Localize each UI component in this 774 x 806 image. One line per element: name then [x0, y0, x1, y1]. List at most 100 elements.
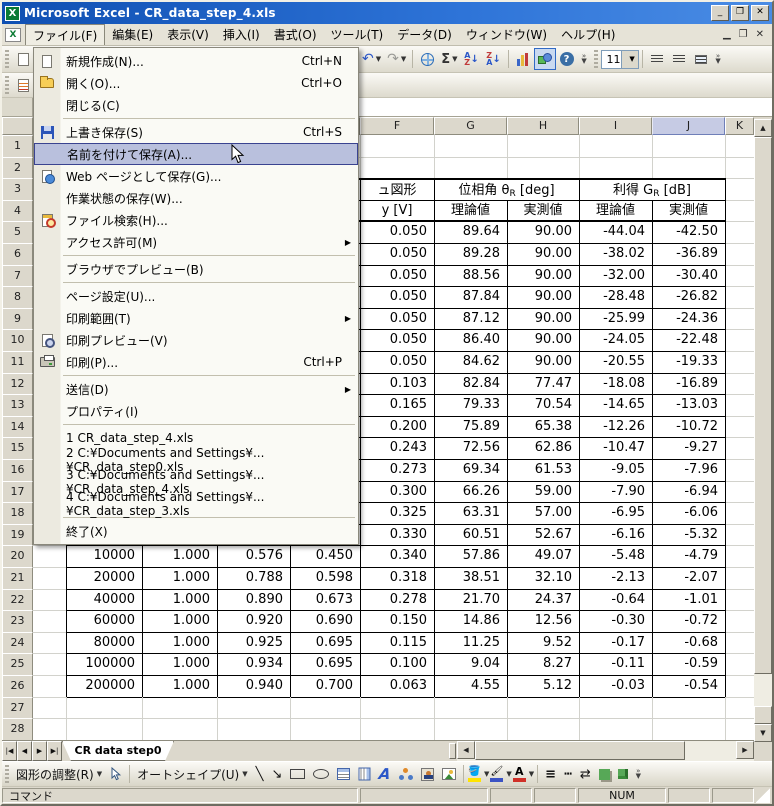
cell-K20[interactable]: [725, 545, 755, 568]
cell-H18[interactable]: 57.00: [507, 502, 580, 525]
cell-C22[interactable]: 1.000: [142, 589, 218, 612]
first-sheet-button[interactable]: |◀: [2, 741, 17, 761]
cell-G11[interactable]: 84.62: [434, 351, 508, 374]
cell-E25[interactable]: 0.695: [290, 653, 361, 676]
menu-item-8[interactable]: ヘルプ(H): [554, 24, 622, 45]
cell-D23[interactable]: 0.920: [217, 610, 291, 633]
cell-G25[interactable]: 9.04: [434, 653, 508, 676]
cell-J28[interactable]: [652, 718, 726, 740]
undo-button[interactable]: ↶▼: [359, 48, 384, 70]
cell-J5[interactable]: -42.50: [652, 221, 726, 244]
cell-I5[interactable]: -44.04: [579, 221, 653, 244]
doc-restore-button[interactable]: ❐: [739, 29, 748, 40]
cell-G22[interactable]: 21.70: [434, 589, 508, 612]
cell-J7[interactable]: -30.40: [652, 265, 726, 288]
file-menu-item[interactable]: 終了(X): [34, 520, 358, 542]
cell-J17[interactable]: -6.94: [652, 481, 726, 504]
row-header-6[interactable]: 6: [2, 243, 33, 266]
cell-C26[interactable]: 1.000: [142, 675, 218, 698]
cell-E26[interactable]: 0.700: [290, 675, 361, 698]
doc-minimize-button[interactable]: ▁: [723, 29, 731, 40]
file-menu-item[interactable]: Web ページとして保存(G)...: [34, 165, 358, 187]
merge-center-button[interactable]: [690, 48, 712, 70]
cell-G6[interactable]: 89.28: [434, 243, 508, 266]
cell-F23[interactable]: 0.150: [360, 610, 435, 633]
cell-A28[interactable]: [33, 718, 67, 740]
cell-K22[interactable]: [725, 589, 755, 612]
toolbar2-grip[interactable]: [5, 76, 9, 94]
cell-J12[interactable]: -16.89: [652, 373, 726, 396]
cell-D22[interactable]: 0.890: [217, 589, 291, 612]
row-header-5[interactable]: 5: [2, 221, 33, 244]
row-header-14[interactable]: 14: [2, 416, 33, 439]
autosum-button[interactable]: Σ▼: [438, 48, 460, 70]
close-button[interactable]: ✕: [751, 5, 769, 21]
cell-J25[interactable]: -0.59: [652, 653, 726, 676]
cell-H4[interactable]: 実測値: [507, 200, 580, 223]
row-header-24[interactable]: 24: [2, 632, 33, 655]
cell-C24[interactable]: 1.000: [142, 632, 218, 655]
insert-picture-button[interactable]: [438, 764, 460, 784]
cell-H15[interactable]: 62.86: [507, 437, 580, 460]
line-style-button[interactable]: ≡: [541, 764, 560, 784]
cell-C21[interactable]: 1.000: [142, 567, 218, 590]
cell-K26[interactable]: [725, 675, 755, 698]
cell-H7[interactable]: 90.00: [507, 265, 580, 288]
cell-G24[interactable]: 11.25: [434, 632, 508, 655]
cell-J2[interactable]: [652, 157, 726, 180]
align-right-button[interactable]: [668, 48, 690, 70]
cell-H28[interactable]: [507, 718, 580, 740]
cell-K12[interactable]: [725, 373, 755, 396]
file-menu-item[interactable]: 新規作成(N)...Ctrl+N: [34, 50, 358, 72]
cell-J19[interactable]: -5.32: [652, 524, 726, 547]
cell-B24[interactable]: 80000: [66, 632, 143, 655]
cell-J4[interactable]: 実測値: [652, 200, 726, 223]
cell-J14[interactable]: -10.72: [652, 416, 726, 439]
cell-J16[interactable]: -7.96: [652, 459, 726, 482]
cell-K2[interactable]: [725, 157, 755, 180]
textbox-button[interactable]: [333, 764, 354, 784]
cell-A20[interactable]: [33, 545, 67, 568]
cell-D25[interactable]: 0.934: [217, 653, 291, 676]
cell-K5[interactable]: [725, 221, 755, 244]
line-button[interactable]: ╲: [252, 764, 268, 784]
file-menu-item[interactable]: ファイル検索(H)...: [34, 209, 358, 231]
cell-J24[interactable]: -0.68: [652, 632, 726, 655]
cell-H27[interactable]: [507, 697, 580, 720]
cell-F8[interactable]: 0.050: [360, 286, 435, 309]
cell-I13[interactable]: -14.65: [579, 394, 653, 417]
insert-hyperlink-button[interactable]: [416, 48, 438, 70]
menu-item-7[interactable]: ウィンドウ(W): [459, 24, 554, 45]
cell-I12[interactable]: -18.08: [579, 373, 653, 396]
prev-sheet-button[interactable]: ◀: [17, 741, 32, 761]
cell-C23[interactable]: 1.000: [142, 610, 218, 633]
cell-D26[interactable]: 0.940: [217, 675, 291, 698]
cell-D24[interactable]: 0.925: [217, 632, 291, 655]
row-header-10[interactable]: 10: [2, 329, 33, 352]
menu-item-1[interactable]: 編集(E): [105, 24, 160, 45]
cell-C20[interactable]: 1.000: [142, 545, 218, 568]
cell-G14[interactable]: 75.89: [434, 416, 508, 439]
cell-I11[interactable]: -20.55: [579, 351, 653, 374]
cell-I26[interactable]: -0.03: [579, 675, 653, 698]
cell-I4[interactable]: 理論値: [579, 200, 653, 223]
file-menu-item[interactable]: ブラウザでプレビュー(B): [34, 258, 358, 280]
row-header-11[interactable]: 11: [2, 351, 33, 374]
cell-A24[interactable]: [33, 632, 67, 655]
cell-H23[interactable]: 12.56: [507, 610, 580, 633]
drawing-toolbar-button[interactable]: [534, 48, 556, 70]
cell-I27[interactable]: [579, 697, 653, 720]
cell-H14[interactable]: 65.38: [507, 416, 580, 439]
cell-J8[interactable]: -26.82: [652, 286, 726, 309]
cell-G13[interactable]: 79.33: [434, 394, 508, 417]
doc-close-button[interactable]: ✕: [756, 29, 764, 40]
cell-G15[interactable]: 72.56: [434, 437, 508, 460]
cell-H26[interactable]: 5.12: [507, 675, 580, 698]
toolbar2-button[interactable]: [12, 74, 34, 96]
diagram-button[interactable]: [395, 764, 417, 784]
cell-F1[interactable]: [360, 135, 435, 158]
cell-E24[interactable]: 0.695: [290, 632, 361, 655]
cell-I9[interactable]: -25.99: [579, 308, 653, 331]
cell-F20[interactable]: 0.340: [360, 545, 435, 568]
cell-I18[interactable]: -6.95: [579, 502, 653, 525]
